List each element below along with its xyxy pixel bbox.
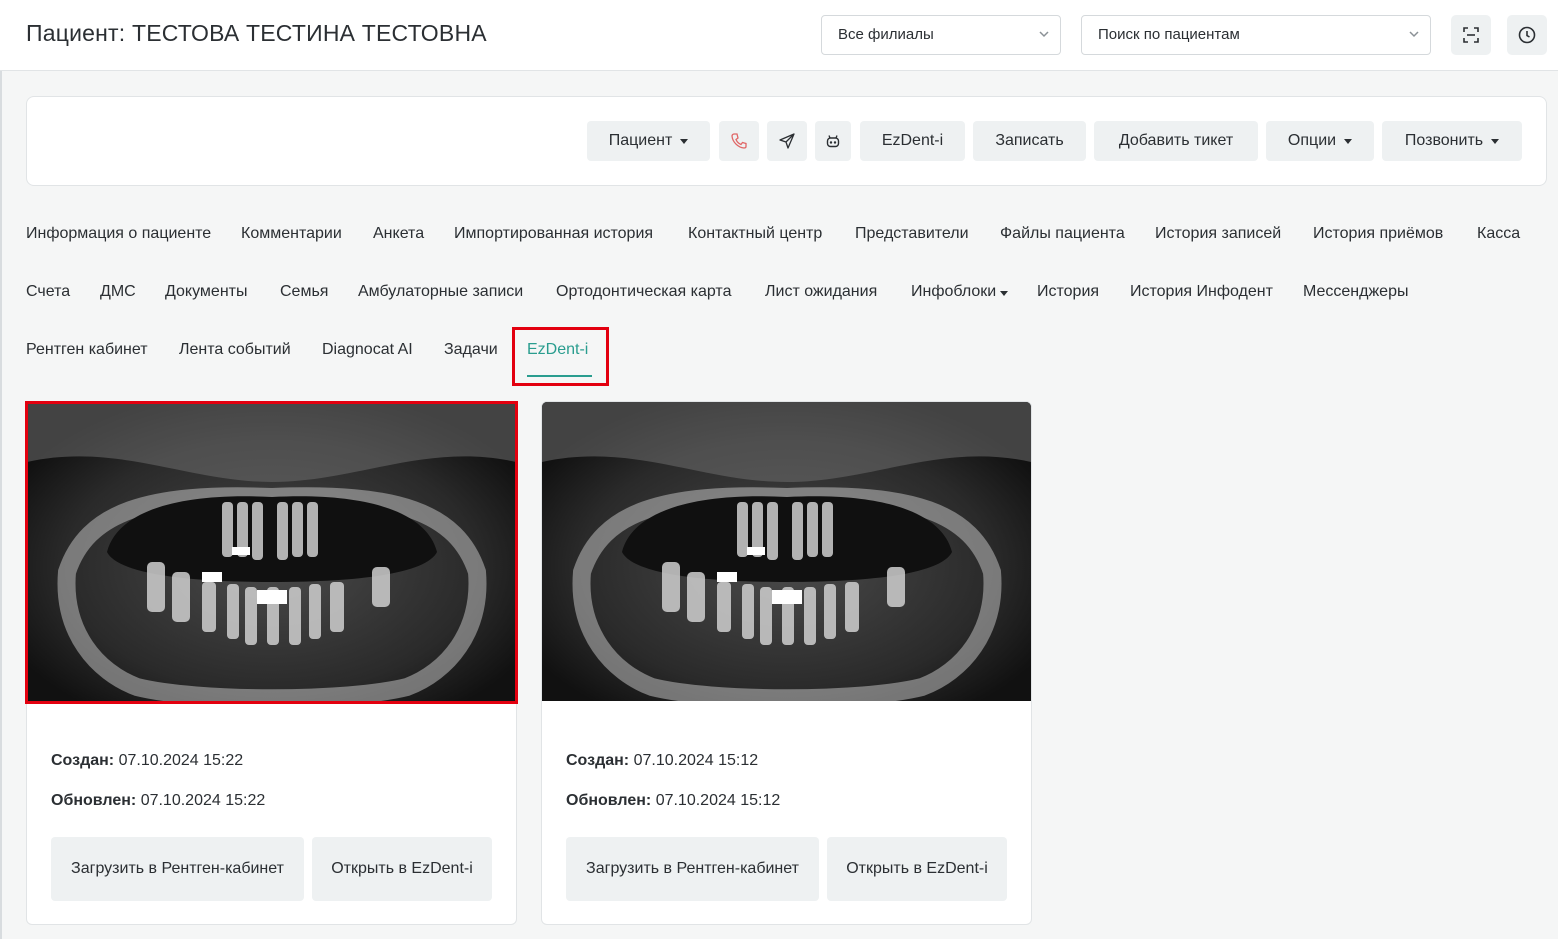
created-info: Создан: 07.10.2024 15:22: [51, 752, 243, 770]
clock-icon: [1518, 26, 1536, 44]
phone-icon: [731, 133, 747, 149]
branch-select-value: Все филиалы: [838, 26, 934, 43]
open-in-ezdent-button[interactable]: Открыть в EzDent-i: [827, 837, 1007, 901]
top-bar: Пациент: ТЕСТОВА ТЕСТИНА ТЕСТОВНА Все фи…: [0, 0, 1558, 71]
tab-messengers[interactable]: Мессенджеры: [1303, 283, 1408, 301]
book-button-label: Записать: [995, 132, 1064, 149]
tab-invoices[interactable]: Счета: [26, 283, 70, 301]
call-menu-button[interactable]: Позвонить: [1382, 121, 1522, 161]
paper-plane-icon: [779, 133, 795, 149]
tab-dms[interactable]: ДМС: [100, 283, 136, 301]
robot-icon: [826, 135, 840, 148]
updated-label: Обновлен:: [51, 792, 137, 809]
branch-select[interactable]: Все филиалы: [821, 15, 1061, 55]
caret-down-icon: [680, 138, 689, 144]
tab-outpatient-records[interactable]: Амбулаторные записи: [358, 283, 523, 301]
panoramic-xray-image[interactable]: [542, 402, 1031, 708]
chevron-down-icon: [1038, 16, 1050, 69]
created-value: 07.10.2024 15:12: [633, 752, 759, 769]
upload-to-xray-room-button[interactable]: Загрузить в Рентген-кабинет: [51, 837, 304, 901]
created-label: Создан:: [51, 752, 115, 769]
tab-highlight-frame: [512, 327, 609, 386]
patient-menu-label: Пациент: [608, 132, 673, 149]
book-appointment-button[interactable]: Записать: [973, 121, 1086, 161]
add-ticket-label: Добавить тикет: [1118, 132, 1234, 149]
tab-infoblocks-label: Инфоблоки: [911, 283, 997, 300]
caret-down-icon: [1000, 291, 1009, 296]
tab-appointment-history[interactable]: История записей: [1155, 225, 1281, 243]
tab-infodent-history[interactable]: История Инфодент: [1130, 283, 1273, 301]
tab-patient-info[interactable]: Информация о пациенте: [26, 225, 211, 243]
chevron-down-icon: [1408, 16, 1420, 69]
created-value: 07.10.2024 15:22: [118, 752, 244, 769]
updated-info: Обновлен: 07.10.2024 15:22: [51, 792, 265, 810]
created-label: Создан:: [566, 752, 630, 769]
updated-value: 07.10.2024 15:22: [140, 792, 266, 809]
tab-cashdesk[interactable]: Касса: [1477, 225, 1520, 243]
fullscreen-icon: [1463, 27, 1479, 43]
xray-card: Создан: 07.10.2024 15:12 Обновлен: 07.10…: [541, 401, 1032, 925]
bot-button[interactable]: [815, 121, 851, 161]
send-message-button[interactable]: [767, 121, 807, 161]
tab-representatives[interactable]: Представители: [855, 225, 969, 243]
created-info: Создан: 07.10.2024 15:12: [566, 752, 758, 770]
tab-tasks[interactable]: Задачи: [444, 341, 498, 359]
tab-orthodontic-chart[interactable]: Ортодонтическая карта: [556, 283, 731, 301]
patient-menu-button[interactable]: Пациент: [587, 121, 710, 161]
options-menu-button[interactable]: Опции: [1266, 121, 1374, 161]
tab-patient-files[interactable]: Файлы пациента: [1000, 225, 1125, 243]
tab-xray-room[interactable]: Рентген кабинет: [26, 341, 148, 359]
upload-to-xray-room-button[interactable]: Загрузить в Рентген-кабинет: [566, 837, 819, 901]
tab-comments[interactable]: Комментарии: [241, 225, 342, 243]
tab-event-feed[interactable]: Лента событий: [179, 341, 291, 359]
add-ticket-button[interactable]: Добавить тикет: [1094, 121, 1258, 161]
call-label: Позвонить: [1404, 132, 1484, 149]
patient-search-select[interactable]: Поиск по пациентам: [1081, 15, 1431, 55]
fullscreen-button[interactable]: [1451, 15, 1491, 55]
tab-contact-center[interactable]: Контактный центр: [688, 225, 822, 243]
tab-visit-history[interactable]: История приёмов: [1313, 225, 1443, 243]
caret-down-icon: [1344, 138, 1353, 144]
options-label: Опции: [1287, 132, 1337, 149]
phone-button[interactable]: [719, 121, 759, 161]
updated-value: 07.10.2024 15:12: [655, 792, 781, 809]
tab-diagnocat-ai[interactable]: Diagnocat AI: [322, 341, 413, 359]
open-in-ezdent-button[interactable]: Открыть в EzDent-i: [312, 837, 492, 901]
tab-infoblocks[interactable]: Инфоблоки: [911, 283, 1009, 301]
tab-imported-history[interactable]: Импортированная история: [454, 225, 653, 243]
left-border: [0, 0, 2, 939]
updated-info: Обновлен: 07.10.2024 15:12: [566, 792, 780, 810]
updated-label: Обновлен:: [566, 792, 652, 809]
tab-questionnaire[interactable]: Анкета: [373, 225, 424, 243]
ezdent-button-label: EzDent-i: [881, 132, 944, 149]
history-button[interactable]: [1507, 15, 1547, 55]
tab-family[interactable]: Семья: [280, 283, 328, 301]
page-title: Пациент: ТЕСТОВА ТЕСТИНА ТЕСТОВНА: [26, 20, 487, 46]
tab-documents[interactable]: Документы: [165, 283, 247, 301]
tab-waiting-list[interactable]: Лист ожидания: [765, 283, 877, 301]
image-highlight-frame: [25, 401, 518, 704]
tab-history[interactable]: История: [1037, 283, 1099, 301]
caret-down-icon: [1491, 138, 1500, 144]
ezdent-button[interactable]: EzDent-i: [860, 121, 965, 161]
patient-search-value: Поиск по пациентам: [1098, 26, 1240, 43]
